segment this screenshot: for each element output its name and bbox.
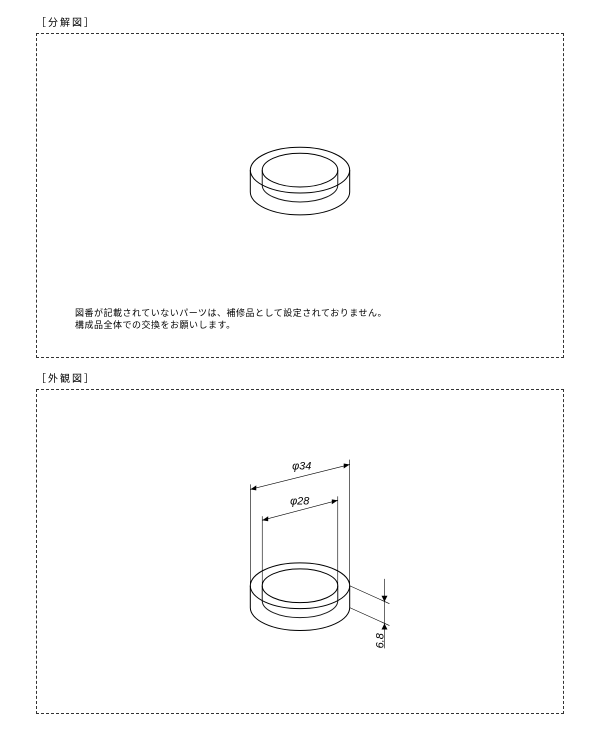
note-line-2: 構成品全体での交換をお願いします。 <box>75 320 236 330</box>
appearance-view-panel: φ34 φ28 6.8 <box>36 389 564 714</box>
exploded-view-panel: 図番が記載されていないパーツは、補修品として設定されておりません。 構成品全体で… <box>36 33 564 358</box>
inner-diameter-label: φ28 <box>290 495 310 507</box>
parts-note: 図番が記載されていないパーツは、補修品として設定されておりません。 構成品全体で… <box>75 307 387 331</box>
exploded-view-label: ［分解図］ <box>36 14 564 29</box>
ring-appearance-drawing: φ34 φ28 6.8 <box>37 390 563 713</box>
appearance-view-label: ［外観図］ <box>36 370 564 385</box>
thickness-label: 6.8 <box>374 632 386 648</box>
note-line-1: 図番が記載されていないパーツは、補修品として設定されておりません。 <box>75 308 387 318</box>
outer-diameter-label: φ34 <box>292 461 311 473</box>
